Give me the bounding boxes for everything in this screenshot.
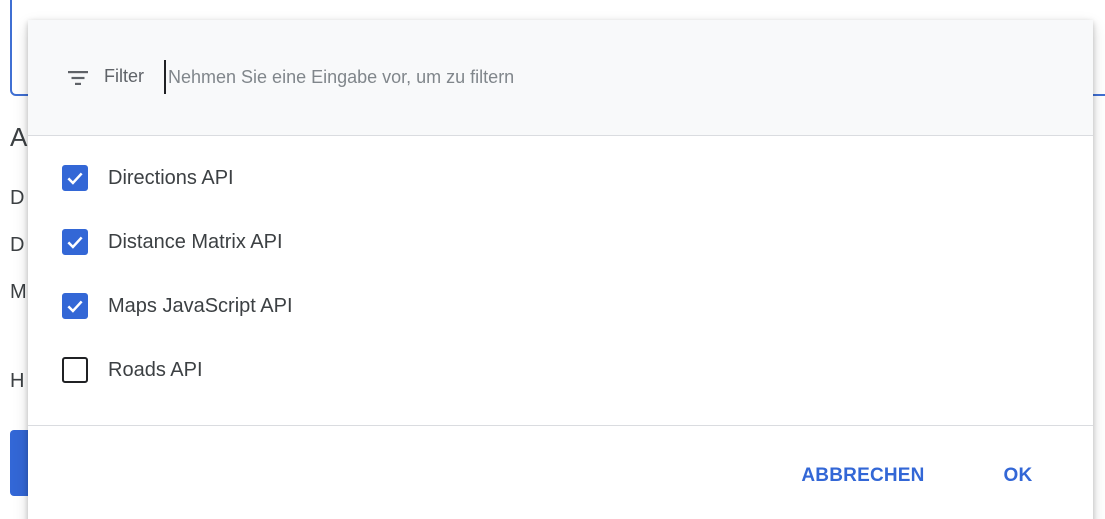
option-distance-matrix-api[interactable]: Distance Matrix API xyxy=(28,214,1093,270)
option-roads-api[interactable]: Roads API xyxy=(28,342,1093,398)
checkbox-checked[interactable] xyxy=(62,165,88,191)
check-icon xyxy=(67,172,83,185)
checkbox-checked[interactable] xyxy=(62,229,88,255)
option-maps-javascript-api[interactable]: Maps JavaScript API xyxy=(28,278,1093,334)
option-label: Roads API xyxy=(108,358,203,381)
background-line: D xyxy=(10,187,25,209)
cancel-button[interactable]: ABBRECHEN xyxy=(778,458,948,494)
background-line: D xyxy=(10,234,25,256)
api-restriction-dropdown: Filter Directions API Distance Matrix xyxy=(28,20,1093,519)
option-label: Directions API xyxy=(108,166,234,189)
background-heading: A xyxy=(10,122,28,152)
background-line: H xyxy=(10,370,25,392)
ok-button[interactable]: OK xyxy=(988,458,1048,494)
stage: A D D M H Filter Di xyxy=(0,0,1105,519)
option-directions-api[interactable]: Directions API xyxy=(28,150,1093,206)
divider xyxy=(28,425,1093,426)
filter-list-icon xyxy=(66,66,90,90)
option-label: Maps JavaScript API xyxy=(108,294,293,317)
checkbox-unchecked[interactable] xyxy=(62,357,88,383)
option-label: Distance Matrix API xyxy=(108,230,283,253)
filter-input[interactable] xyxy=(164,60,764,94)
check-icon xyxy=(67,236,83,249)
filter-label: Filter xyxy=(104,66,144,86)
background-line: M xyxy=(10,281,27,303)
filter-bar: Filter xyxy=(28,20,1093,136)
check-icon xyxy=(67,300,83,313)
checkbox-checked[interactable] xyxy=(62,293,88,319)
